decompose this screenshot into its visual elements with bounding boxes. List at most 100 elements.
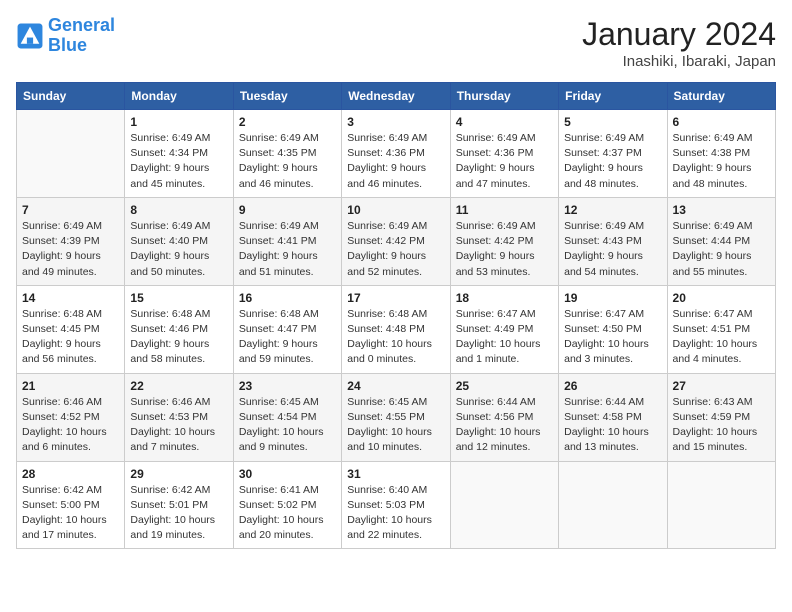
day-number: 12 — [564, 203, 661, 217]
day-cell — [559, 461, 667, 549]
day-cell — [667, 461, 775, 549]
day-number: 19 — [564, 291, 661, 305]
day-detail: Sunrise: 6:49 AMSunset: 4:42 PMDaylight:… — [456, 219, 553, 280]
day-detail: Sunrise: 6:48 AMSunset: 4:45 PMDaylight:… — [22, 307, 119, 368]
day-number: 30 — [239, 467, 336, 481]
day-number: 22 — [130, 379, 227, 393]
day-detail: Sunrise: 6:49 AMSunset: 4:35 PMDaylight:… — [239, 131, 336, 192]
day-cell: 26 Sunrise: 6:44 AMSunset: 4:58 PMDayligh… — [559, 373, 667, 461]
day-cell: 27Sunrise: 6:43 AMSunset: 4:59 PMDayligh… — [667, 373, 775, 461]
day-number: 10 — [347, 203, 444, 217]
day-number: 26 — [564, 379, 661, 393]
day-number: 11 — [456, 203, 553, 217]
week-row-3: 21 Sunrise: 6:46 AMSunset: 4:52 PMDayligh… — [17, 373, 776, 461]
day-cell: 10 Sunrise: 6:49 AMSunset: 4:42 PMDayligh… — [342, 197, 450, 285]
day-detail: Sunrise: 6:48 AMSunset: 4:46 PMDaylight:… — [130, 307, 227, 368]
day-cell: 12Sunrise: 6:49 AMSunset: 4:43 PMDayligh… — [559, 197, 667, 285]
day-cell: 20Sunrise: 6:47 AMSunset: 4:51 PMDayligh… — [667, 285, 775, 373]
day-cell: 19 Sunrise: 6:47 AMSunset: 4:50 PMDayligh… — [559, 285, 667, 373]
day-detail: Sunrise: 6:49 AMSunset: 4:44 PMDaylight:… — [673, 219, 770, 280]
day-number: 8 — [130, 203, 227, 217]
day-detail: Sunrise: 6:46 AMSunset: 4:52 PMDaylight:… — [22, 395, 119, 456]
day-detail: Sunrise: 6:42 AMSunset: 5:01 PMDaylight:… — [130, 483, 227, 544]
day-number: 1 — [130, 115, 227, 129]
day-detail: Sunrise: 6:46 AMSunset: 4:53 PMDaylight:… — [130, 395, 227, 456]
day-cell: 1 Sunrise: 6:49 AMSunset: 4:34 PMDaylight… — [125, 110, 233, 198]
day-cell: 7Sunrise: 6:49 AMSunset: 4:39 PMDaylight… — [17, 197, 125, 285]
week-row-1: 7Sunrise: 6:49 AMSunset: 4:39 PMDaylight… — [17, 197, 776, 285]
day-cell: 17Sunrise: 6:48 AMSunset: 4:48 PMDayligh… — [342, 285, 450, 373]
day-number: 25 — [456, 379, 553, 393]
header-day-sunday: Sunday — [17, 83, 125, 110]
day-detail: Sunrise: 6:47 AMSunset: 4:49 PMDaylight:… — [456, 307, 553, 368]
day-detail: Sunrise: 6:49 AMSunset: 4:37 PMDaylight:… — [564, 131, 661, 192]
calendar-table: SundayMondayTuesdayWednesdayThursdayFrid… — [16, 82, 776, 549]
day-detail: Sunrise: 6:45 AMSunset: 4:55 PMDaylight:… — [347, 395, 444, 456]
day-detail: Sunrise: 6:48 AMSunset: 4:47 PMDaylight:… — [239, 307, 336, 368]
day-number: 31 — [347, 467, 444, 481]
day-cell: 15 Sunrise: 6:48 AMSunset: 4:46 PMDayligh… — [125, 285, 233, 373]
day-number: 28 — [22, 467, 119, 481]
day-cell: 30Sunrise: 6:41 AMSunset: 5:02 PMDayligh… — [233, 461, 341, 549]
day-detail: Sunrise: 6:49 AMSunset: 4:36 PMDaylight:… — [347, 131, 444, 192]
day-cell: 29Sunrise: 6:42 AMSunset: 5:01 PMDayligh… — [125, 461, 233, 549]
day-detail: Sunrise: 6:48 AMSunset: 4:48 PMDaylight:… — [347, 307, 444, 368]
day-cell: 22 Sunrise: 6:46 AMSunset: 4:53 PMDayligh… — [125, 373, 233, 461]
day-number: 9 — [239, 203, 336, 217]
day-detail: Sunrise: 6:42 AMSunset: 5:00 PMDaylight:… — [22, 483, 119, 544]
day-cell: 3 Sunrise: 6:49 AMSunset: 4:36 PMDaylight… — [342, 110, 450, 198]
page-header: General Blue January 2024 Inashiki, Ibar… — [16, 16, 776, 70]
day-cell: 11 Sunrise: 6:49 AMSunset: 4:42 PMDayligh… — [450, 197, 558, 285]
header-day-monday: Monday — [125, 83, 233, 110]
day-number: 15 — [130, 291, 227, 305]
calendar-header: SundayMondayTuesdayWednesdayThursdayFrid… — [17, 83, 776, 110]
day-detail: Sunrise: 6:49 AMSunset: 4:38 PMDaylight:… — [673, 131, 770, 192]
day-detail: Sunrise: 6:43 AMSunset: 4:59 PMDaylight:… — [673, 395, 770, 456]
day-cell: 9Sunrise: 6:49 AMSunset: 4:41 PMDaylight… — [233, 197, 341, 285]
header-row: SundayMondayTuesdayWednesdayThursdayFrid… — [17, 83, 776, 110]
day-number: 24 — [347, 379, 444, 393]
day-detail: Sunrise: 6:49 AMSunset: 4:34 PMDaylight:… — [130, 131, 227, 192]
day-cell: 13 Sunrise: 6:49 AMSunset: 4:44 PMDayligh… — [667, 197, 775, 285]
day-number: 16 — [239, 291, 336, 305]
day-number: 4 — [456, 115, 553, 129]
week-row-0: 1 Sunrise: 6:49 AMSunset: 4:34 PMDaylight… — [17, 110, 776, 198]
day-detail: Sunrise: 6:47 AMSunset: 4:50 PMDaylight:… — [564, 307, 661, 368]
day-cell: 5Sunrise: 6:49 AMSunset: 4:37 PMDaylight… — [559, 110, 667, 198]
header-day-friday: Friday — [559, 83, 667, 110]
day-cell: 28 Sunrise: 6:42 AMSunset: 5:00 PMDayligh… — [17, 461, 125, 549]
day-cell: 2 Sunrise: 6:49 AMSunset: 4:35 PMDaylight… — [233, 110, 341, 198]
calendar-body: 1 Sunrise: 6:49 AMSunset: 4:34 PMDaylight… — [17, 110, 776, 549]
day-number: 23 — [239, 379, 336, 393]
day-cell: 4 Sunrise: 6:49 AMSunset: 4:36 PMDaylight… — [450, 110, 558, 198]
day-detail: Sunrise: 6:44 AMSunset: 4:56 PMDaylight:… — [456, 395, 553, 456]
day-detail: Sunrise: 6:44 AMSunset: 4:58 PMDaylight:… — [564, 395, 661, 456]
header-day-tuesday: Tuesday — [233, 83, 341, 110]
title-block: January 2024 Inashiki, Ibaraki, Japan — [582, 16, 776, 70]
week-row-4: 28 Sunrise: 6:42 AMSunset: 5:00 PMDayligh… — [17, 461, 776, 549]
day-number: 6 — [673, 115, 770, 129]
day-cell: 18 Sunrise: 6:47 AMSunset: 4:49 PMDayligh… — [450, 285, 558, 373]
day-number: 13 — [673, 203, 770, 217]
day-number: 21 — [22, 379, 119, 393]
logo: General Blue — [16, 16, 115, 56]
day-cell: 16 Sunrise: 6:48 AMSunset: 4:47 PMDayligh… — [233, 285, 341, 373]
day-cell: 31 Sunrise: 6:40 AMSunset: 5:03 PMDayligh… — [342, 461, 450, 549]
day-cell — [450, 461, 558, 549]
day-detail: Sunrise: 6:49 AMSunset: 4:42 PMDaylight:… — [347, 219, 444, 280]
day-detail: Sunrise: 6:45 AMSunset: 4:54 PMDaylight:… — [239, 395, 336, 456]
calendar-subtitle: Inashiki, Ibaraki, Japan — [582, 53, 776, 70]
day-detail: Sunrise: 6:40 AMSunset: 5:03 PMDaylight:… — [347, 483, 444, 544]
logo-text: General Blue — [48, 16, 115, 56]
day-detail: Sunrise: 6:49 AMSunset: 4:36 PMDaylight:… — [456, 131, 553, 192]
day-number: 3 — [347, 115, 444, 129]
header-day-wednesday: Wednesday — [342, 83, 450, 110]
day-detail: Sunrise: 6:49 AMSunset: 4:40 PMDaylight:… — [130, 219, 227, 280]
day-number: 2 — [239, 115, 336, 129]
day-number: 18 — [456, 291, 553, 305]
logo-line1: General — [48, 15, 115, 35]
day-cell: 25 Sunrise: 6:44 AMSunset: 4:56 PMDayligh… — [450, 373, 558, 461]
header-day-thursday: Thursday — [450, 83, 558, 110]
day-cell: 6 Sunrise: 6:49 AMSunset: 4:38 PMDaylight… — [667, 110, 775, 198]
day-number: 14 — [22, 291, 119, 305]
